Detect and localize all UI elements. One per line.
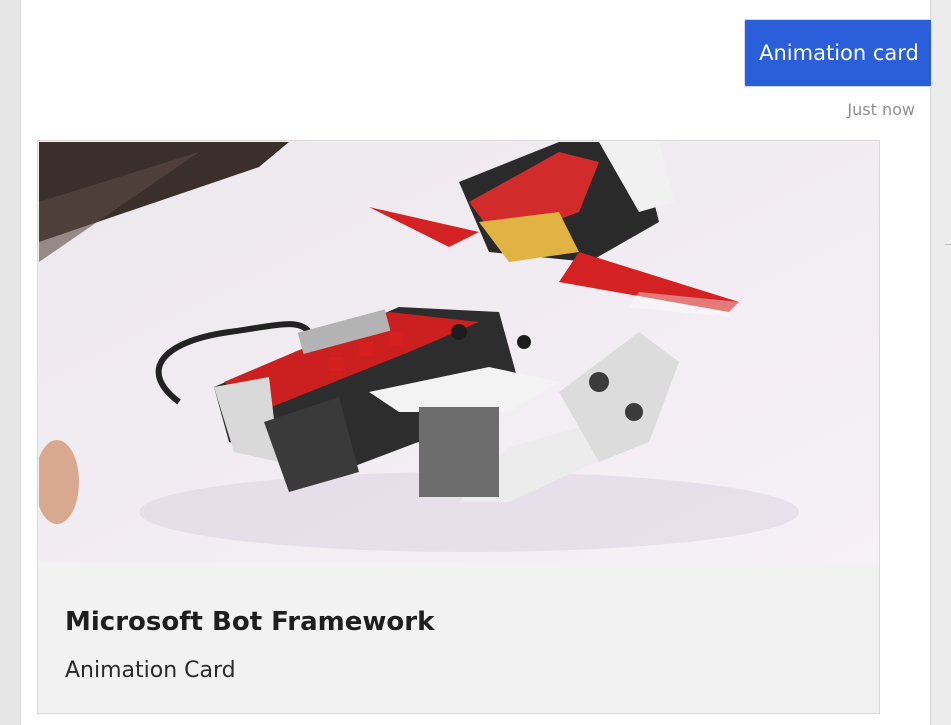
user-message-bubble[interactable]: Animation card xyxy=(744,19,934,87)
animation-card[interactable]: Microsoft Bot Framework Animation Card xyxy=(37,140,880,714)
robot-animation-image xyxy=(39,142,879,562)
scrollbar-tick xyxy=(945,244,951,245)
animation-card-media[interactable] xyxy=(39,142,879,562)
card-subtitle: Animation Card xyxy=(65,658,236,683)
window-edge xyxy=(931,0,951,725)
chat-transcript-panel: Animation card Just now Microsoft Bot Fr… xyxy=(20,0,934,725)
user-message-text: Animation card xyxy=(759,41,919,65)
card-title: Microsoft Bot Framework xyxy=(65,607,435,637)
message-timestamp: Just now xyxy=(847,100,915,119)
